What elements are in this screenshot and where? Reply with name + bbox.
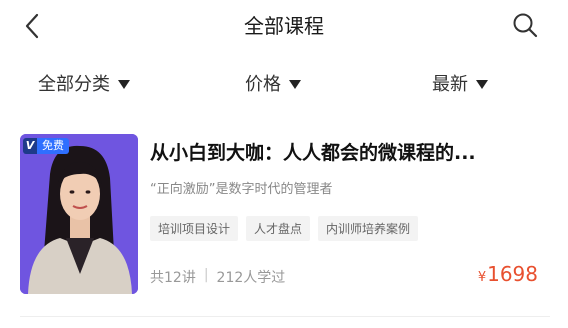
course-card[interactable]: V 免费 从小白到大咖：人人都会的微课程的... “正向激励”是数字时代的管理者…	[20, 134, 550, 298]
filter-category[interactable]: 全部分类	[38, 70, 130, 96]
learner-count: 212人学过	[216, 270, 286, 286]
filter-category-label: 全部分类	[38, 74, 110, 95]
filter-latest-label: 最新	[432, 74, 468, 95]
lesson-count: 共12讲	[150, 270, 196, 286]
divider	[20, 316, 550, 317]
nav-bar: 全部课程	[0, 0, 568, 54]
dropdown-triangle-icon	[289, 79, 301, 89]
filter-price[interactable]: 价格	[245, 70, 301, 96]
currency-symbol: ¥	[477, 270, 487, 285]
vip-icon: V	[23, 138, 37, 154]
course-tags: 培训项目设计 人才盘点 内训师培养案例	[150, 216, 419, 241]
filter-price-label: 价格	[245, 74, 281, 95]
price-value: 1698	[487, 262, 538, 286]
course-tag: 培训项目设计	[150, 216, 239, 241]
course-title[interactable]: 从小白到大咖：人人都会的微课程的...	[150, 138, 550, 165]
dropdown-triangle-icon	[476, 79, 488, 89]
course-tag: 人才盘点	[246, 216, 311, 241]
dropdown-triangle-icon	[118, 79, 130, 89]
course-tag: 内训师培养案例	[318, 216, 419, 241]
free-badge-label: 免费	[37, 138, 69, 154]
instructor-photo	[20, 134, 138, 294]
course-meta: 共12讲 | 212人学过	[150, 267, 285, 287]
course-thumbnail[interactable]: V 免费	[20, 134, 138, 294]
search-icon[interactable]	[510, 10, 540, 40]
page-title: 全部课程	[244, 14, 324, 38]
meta-separator: |	[203, 267, 209, 283]
free-badge: V 免费	[23, 138, 69, 154]
course-subtitle: “正向激励”是数字时代的管理者	[150, 182, 333, 197]
filter-latest[interactable]: 最新	[432, 70, 488, 96]
course-price: ¥1698	[478, 262, 538, 286]
filter-bar: 全部分类 价格 最新	[0, 70, 568, 104]
